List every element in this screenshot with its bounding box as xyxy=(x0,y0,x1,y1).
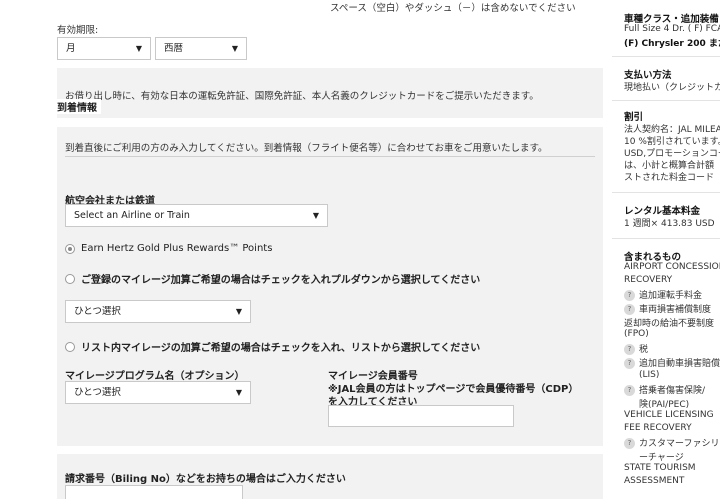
program-label: マイレージプログラム名（オプション） xyxy=(65,371,245,382)
expiry-month-select[interactable]: 月 ▼ xyxy=(57,37,151,60)
vehicle-title: 車種クラス・追加装備 xyxy=(624,14,719,25)
included-item-label: 険(PAI/PEC) xyxy=(639,400,690,410)
included-item[interactable]: ? 税 xyxy=(624,342,720,355)
program-select[interactable]: ひとつ選択 ▼ xyxy=(65,381,251,404)
included-item-label: (FPO) xyxy=(624,329,649,339)
included-item-label: 搭乗者傷害保険/ xyxy=(639,386,706,396)
help-icon[interactable]: ? xyxy=(624,438,635,449)
help-icon[interactable]: ? xyxy=(624,344,635,355)
help-icon[interactable]: ? xyxy=(624,304,635,315)
airline-select-value: Select an Airline or Train xyxy=(74,210,190,221)
included-item[interactable]: ? カスタマーファシリティ xyxy=(624,436,720,449)
included-item-label: RECOVERY xyxy=(624,275,673,285)
divider xyxy=(65,156,595,157)
radio-hertz-points[interactable]: Earn Hertz Gold Plus Rewards™ Points xyxy=(65,243,272,254)
billing-label: 請求番号（Biling No）などをお持ちの場合はご入力ください xyxy=(65,474,346,485)
included-item-label: AIRPORT CONCESSION xyxy=(624,262,720,272)
chevron-down-icon: ▼ xyxy=(312,211,319,220)
vehicle-line-1: Full Size 4 Dr. ( F) FCAR xyxy=(624,24,720,34)
expiry-year-select[interactable]: 西暦 ▼ xyxy=(155,37,247,60)
divider xyxy=(612,192,720,193)
card-name-note: スペース（空白）やダッシュ（－）は含めないでください xyxy=(330,3,576,14)
chevron-down-icon: ▼ xyxy=(135,44,142,53)
included-item-label: VEHICLE LICENSING xyxy=(624,410,714,420)
panel-gap xyxy=(57,446,603,454)
radio-registered-label: ご登録のマイレージ加算ご希望の場合はチェックを入れプルダウンから選択してください xyxy=(81,275,481,286)
included-item: ーチャージ xyxy=(624,450,720,463)
included-item: 険(PAI/PEC) xyxy=(624,397,720,410)
vehicle-line-2: (F) Chrysler 200 または同等車 xyxy=(624,39,720,49)
base-rate-value: 1 週間× 413.83 USD xyxy=(624,219,715,229)
help-icon[interactable]: ? xyxy=(624,385,635,396)
included-item-label: STATE TOURISM xyxy=(624,463,696,473)
radio-hertz-label: Earn Hertz Gold Plus Rewards™ Points xyxy=(81,243,273,254)
included-item: FEE RECOVERY xyxy=(624,423,720,433)
billing-number-input[interactable] xyxy=(65,485,243,499)
included-item[interactable]: ? 搭乗者傷害保険/ xyxy=(624,383,720,396)
expiry-label: 有効期限: xyxy=(57,25,99,36)
radio-unselected-icon xyxy=(65,341,75,352)
program-select-value: ひとつ選択 xyxy=(74,387,121,398)
help-icon[interactable]: ? xyxy=(624,358,635,369)
payment-method-value: 現地払い（クレジットカード） xyxy=(624,83,720,93)
registered-mileage-select[interactable]: ひとつ選択 ▼ xyxy=(65,300,251,323)
included-item-label: 車両損害補償制度 xyxy=(639,305,712,315)
included-item-label: ーチャージ xyxy=(639,453,684,463)
included-title: 含まれるもの xyxy=(624,252,682,263)
payment-method-title: 支払い方法 xyxy=(624,70,672,81)
chevron-down-icon: ▼ xyxy=(235,307,242,316)
included-item-label: FEE RECOVERY xyxy=(624,423,692,433)
discount-title: 割引 xyxy=(624,112,644,123)
included-item-label: 返却時の給油不要制度 xyxy=(624,319,715,329)
chevron-down-icon: ▼ xyxy=(235,388,242,397)
included-item: AIRPORT CONCESSION xyxy=(624,262,720,272)
included-item-label: ASSESSMENT xyxy=(624,476,685,486)
divider xyxy=(612,100,720,101)
discount-line: ストされた料金コード xyxy=(624,173,715,183)
divider xyxy=(612,56,720,57)
radio-selected-icon xyxy=(65,243,75,254)
radio-unselected-icon xyxy=(65,273,75,284)
radio-list-label: リスト内マイレージの加算ご希望の場合はチェックを入れ、リストから選択してください xyxy=(81,343,481,354)
member-number-input[interactable] xyxy=(328,405,514,427)
included-item[interactable]: ? 車両損害補償制度 xyxy=(624,302,720,315)
radio-list-mileage[interactable]: リスト内マイレージの加算ご希望の場合はチェックを入れ、リストから選択してください xyxy=(65,339,480,354)
included-item: ASSESSMENT xyxy=(624,476,720,486)
included-item: STATE TOURISM xyxy=(624,463,720,473)
arrival-section-title: 到着情報 xyxy=(57,99,101,114)
included-item: (LIS) xyxy=(624,370,720,380)
divider xyxy=(612,238,720,239)
included-item: VEHICLE LICENSING xyxy=(624,410,720,420)
included-item-label: 追加自動車損害賠償 xyxy=(639,359,720,369)
included-item[interactable]: ? 追加運転手料金 xyxy=(624,288,720,301)
included-item[interactable]: ? 追加自動車損害賠償 xyxy=(624,356,720,369)
airline-select[interactable]: Select an Airline or Train ▼ xyxy=(65,204,328,227)
registered-mileage-value: ひとつ選択 xyxy=(74,306,121,317)
expiry-year-value: 西暦 xyxy=(164,43,184,54)
chevron-down-icon: ▼ xyxy=(231,44,238,53)
included-item: 返却時の給油不要制度 xyxy=(624,316,720,329)
included-item: (FPO) xyxy=(624,329,720,339)
help-icon[interactable]: ? xyxy=(624,290,635,301)
included-item: RECOVERY xyxy=(624,275,720,285)
included-item-label: 追加運転手料金 xyxy=(639,291,703,301)
included-item-label: (LIS) xyxy=(639,370,660,380)
arrival-intro: 到着直後にご利用の方のみ入力してください。到着情報（フライト便名等）に合わせてお… xyxy=(65,143,548,154)
included-item-label: カスタマーファシリティ xyxy=(639,439,720,449)
included-item-label: 税 xyxy=(639,345,649,355)
base-rate-title: レンタル基本料金 xyxy=(624,206,701,217)
expiry-month-value: 月 xyxy=(66,43,76,54)
radio-registered-mileage[interactable]: ご登録のマイレージ加算ご希望の場合はチェックを入れプルダウンから選択してください xyxy=(65,271,480,286)
card-notice-text: お借り出し時に、有効な日本の運転免許証、国際免許証、本人名義のクレジットカードを… xyxy=(65,91,539,102)
